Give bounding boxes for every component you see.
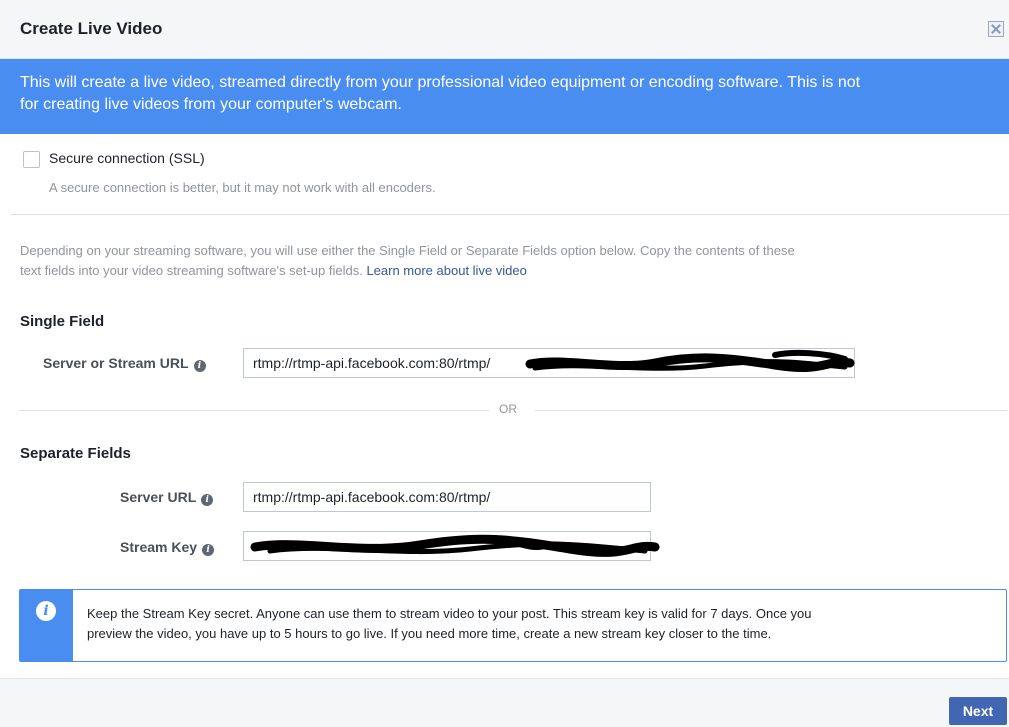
or-separator: OR xyxy=(499,402,517,416)
or-divider-right xyxy=(535,410,1007,411)
stream-key-notice: i Keep the Stream Key secret. Anyone can… xyxy=(19,589,1007,662)
info-icon[interactable]: i xyxy=(201,494,214,506)
stream-key-label: Stream Key i xyxy=(120,539,215,556)
info-banner: This will create a live video, streamed … xyxy=(0,59,1009,134)
notice-icon-bar: i xyxy=(20,590,73,661)
or-divider-left xyxy=(19,410,489,411)
description-line-2-text: text fields into your video streaming so… xyxy=(20,263,363,278)
stream-key-label-text: Stream Key xyxy=(120,539,198,555)
learn-more-link[interactable]: Learn more about live video xyxy=(366,263,526,278)
notice-line-1: Keep the Stream Key secret. Anyone can u… xyxy=(87,606,812,621)
banner-text-line-1: This will create a live video, streamed … xyxy=(20,74,861,91)
ssl-checkbox[interactable] xyxy=(23,151,40,168)
single-field-heading: Single Field xyxy=(20,313,105,330)
info-icon[interactable]: i xyxy=(193,360,206,372)
server-or-stream-url-label-text: Server or Stream URL xyxy=(43,355,189,371)
notice-text: Keep the Stream Key secret. Anyone can u… xyxy=(87,604,997,644)
dialog-footer: Next xyxy=(0,678,1009,727)
next-button[interactable]: Next xyxy=(949,697,1007,725)
ssl-hint: A secure connection is better, but it ma… xyxy=(49,180,436,195)
info-circle-icon: i xyxy=(36,601,56,621)
notice-line-2: preview the video, you have up to 5 hour… xyxy=(87,626,772,641)
description-line-1: Depending on your streaming software, yo… xyxy=(20,243,795,258)
divider xyxy=(10,214,1009,215)
separate-fields-heading: Separate Fields xyxy=(20,445,131,462)
description-line-2: text fields into your video streaming so… xyxy=(20,261,1000,281)
info-icon[interactable]: i xyxy=(202,544,215,556)
server-url-label-text: Server URL xyxy=(120,489,197,505)
dialog-title: Create Live Video xyxy=(20,19,163,38)
banner-text-line-2: for creating live videos from your compu… xyxy=(20,96,402,113)
streaming-description: Depending on your streaming software, yo… xyxy=(20,241,1000,281)
close-icon[interactable] xyxy=(988,21,1004,37)
server-or-stream-url-label: Server or Stream URL i xyxy=(43,355,206,372)
redaction-scribble xyxy=(250,534,660,557)
ssl-label[interactable]: Secure connection (SSL) xyxy=(49,150,205,166)
dialog-header: Create Live Video xyxy=(0,0,1009,59)
server-url-input[interactable] xyxy=(243,482,651,512)
server-url-label: Server URL i xyxy=(120,489,214,506)
redaction-scribble xyxy=(525,349,855,372)
